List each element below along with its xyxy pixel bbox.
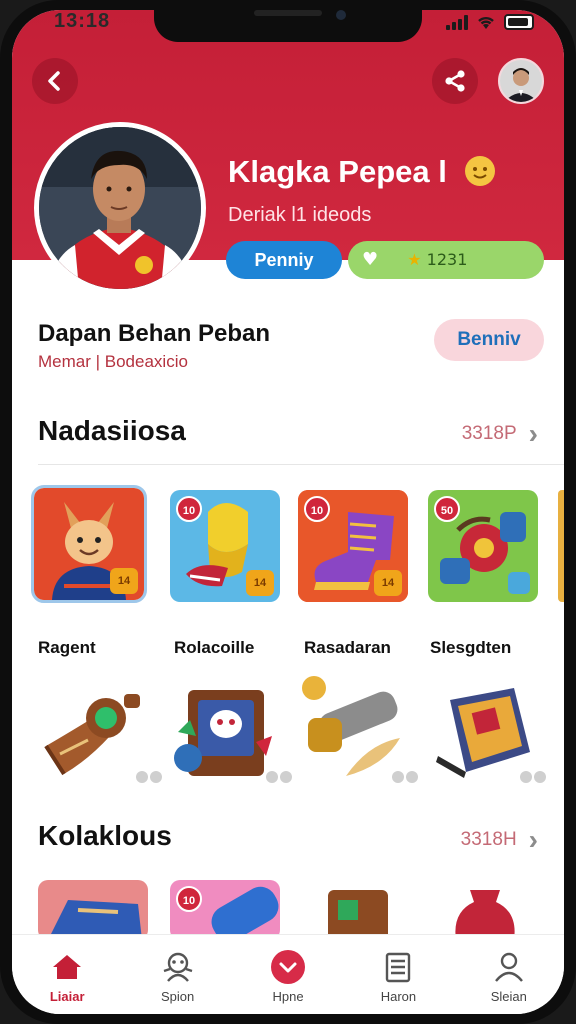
star-icon: ★ [407, 250, 422, 269]
section-divider [38, 464, 564, 465]
home-icon [53, 955, 82, 979]
section-heading-2: Kolaklous [38, 820, 172, 851]
tab-home[interactable]: Liaiar [12, 935, 122, 1014]
tab-haron[interactable]: Haron [343, 935, 453, 1014]
info-action-button[interactable]: Benniv [434, 319, 544, 361]
card-ragent-corner-badge: 14 [110, 568, 138, 594]
phone-frame: 13:18 Klagka Pepea l Deriak l1 ideods Pe… [0, 0, 576, 1024]
item-horn-dots [136, 770, 164, 784]
tag-blue-button[interactable]: Penniy [226, 241, 342, 279]
chevron-right-icon: › [528, 824, 538, 855]
section-1-see-all[interactable]: 3318P › [462, 418, 538, 450]
vase-icon [455, 890, 515, 940]
shoe-icon [48, 900, 142, 940]
heart-icon [271, 950, 306, 984]
item-book-dots [520, 770, 548, 784]
card-label: Rasadaran [304, 638, 391, 657]
treasure-box-icon [174, 690, 272, 776]
tab-label: Spion [160, 989, 195, 1004]
wifi-icon [478, 16, 494, 29]
stats-value: 1231 [426, 250, 468, 269]
see-all-label: 3318P [461, 423, 517, 444]
card-corner-chip [508, 572, 530, 594]
avatar-portrait [500, 60, 542, 102]
card-slesgdten[interactable]: 50 [428, 490, 538, 602]
status-time: 13:18 [54, 10, 111, 32]
item-cannon-dots [392, 770, 420, 784]
share-icon [445, 70, 465, 92]
user-avatar[interactable] [498, 58, 544, 104]
heart-icon: ♥ [362, 249, 379, 270]
card-label: Rolacoille [174, 638, 255, 657]
document-icon [386, 952, 411, 983]
app-screen: 13:18 Klagka Pepea l Deriak l1 ideods Pe… [12, 10, 564, 1014]
tab-label: Liaiar [49, 989, 85, 1004]
card-badge: 10 [176, 886, 202, 912]
card-corner-badge: 14 [246, 570, 274, 596]
card-partial[interactable] [38, 880, 148, 940]
card-ragent[interactable]: 14 [31, 485, 147, 603]
item-partial[interactable]: 10 [298, 880, 408, 963]
section-heading-1: Nadasiiosa [38, 415, 186, 446]
card-badge: 10 [176, 496, 202, 522]
card-rasadaran[interactable]: 10 14 [298, 490, 408, 602]
share-button[interactable] [432, 58, 478, 104]
user-icon [494, 952, 523, 982]
item-horn[interactable] [40, 676, 150, 786]
card-label: Ragent [38, 638, 96, 657]
item-chest[interactable] [170, 676, 280, 786]
bottom-tab-bar: Liaiar Spion Hpne Haron Sleian [12, 934, 564, 1014]
back-arrow-icon [48, 71, 60, 91]
tab-hpne[interactable]: Hpne [233, 935, 343, 1014]
see-all-label: 3318H [460, 829, 517, 850]
battery-icon [504, 14, 534, 30]
tab-label: Haron [380, 989, 417, 1004]
info-title: Dapan Behan Peban [38, 320, 271, 347]
tab-sleian[interactable]: Sleian [454, 935, 564, 1014]
chevron-right-icon: › [528, 418, 538, 449]
card-rolacoille[interactable]: 10 14 [170, 490, 280, 602]
smiley-emoji-icon [465, 155, 496, 186]
tab-label: Hpne [272, 989, 304, 1004]
player-portrait [39, 127, 201, 289]
tablet-icon [328, 890, 388, 940]
horn-icon [44, 694, 140, 776]
back-button[interactable] [32, 58, 78, 104]
item-chest-dots [266, 770, 294, 784]
item-partial[interactable] [430, 880, 540, 940]
profile-photo [34, 122, 206, 294]
device-notch [154, 10, 422, 42]
card-badge: 10 [304, 496, 330, 522]
profile-subtitle: Deriak l1 ideods [228, 204, 372, 226]
section-2-see-all[interactable]: 3318H › [461, 824, 538, 856]
status-icons [446, 14, 534, 30]
card-partial[interactable]: 10 [170, 880, 280, 940]
tab-spion[interactable]: Spion [122, 935, 232, 1014]
card-peek-next [558, 490, 564, 602]
stats-pill[interactable]: ♥ ★ 1231 [348, 241, 544, 279]
profile-name-text: Klagka Pepea l [228, 154, 447, 189]
card-label: Slesgdten [430, 638, 512, 657]
card-badge: 50 [434, 496, 460, 522]
info-meta: Memar | Bodeaxicio [38, 352, 188, 371]
profile-name: Klagka Pepea l [228, 154, 496, 190]
signal-icon [446, 14, 468, 30]
card-corner-badge: 14 [374, 570, 402, 596]
tab-label: Sleian [490, 989, 527, 1004]
robot-icon [163, 952, 192, 982]
